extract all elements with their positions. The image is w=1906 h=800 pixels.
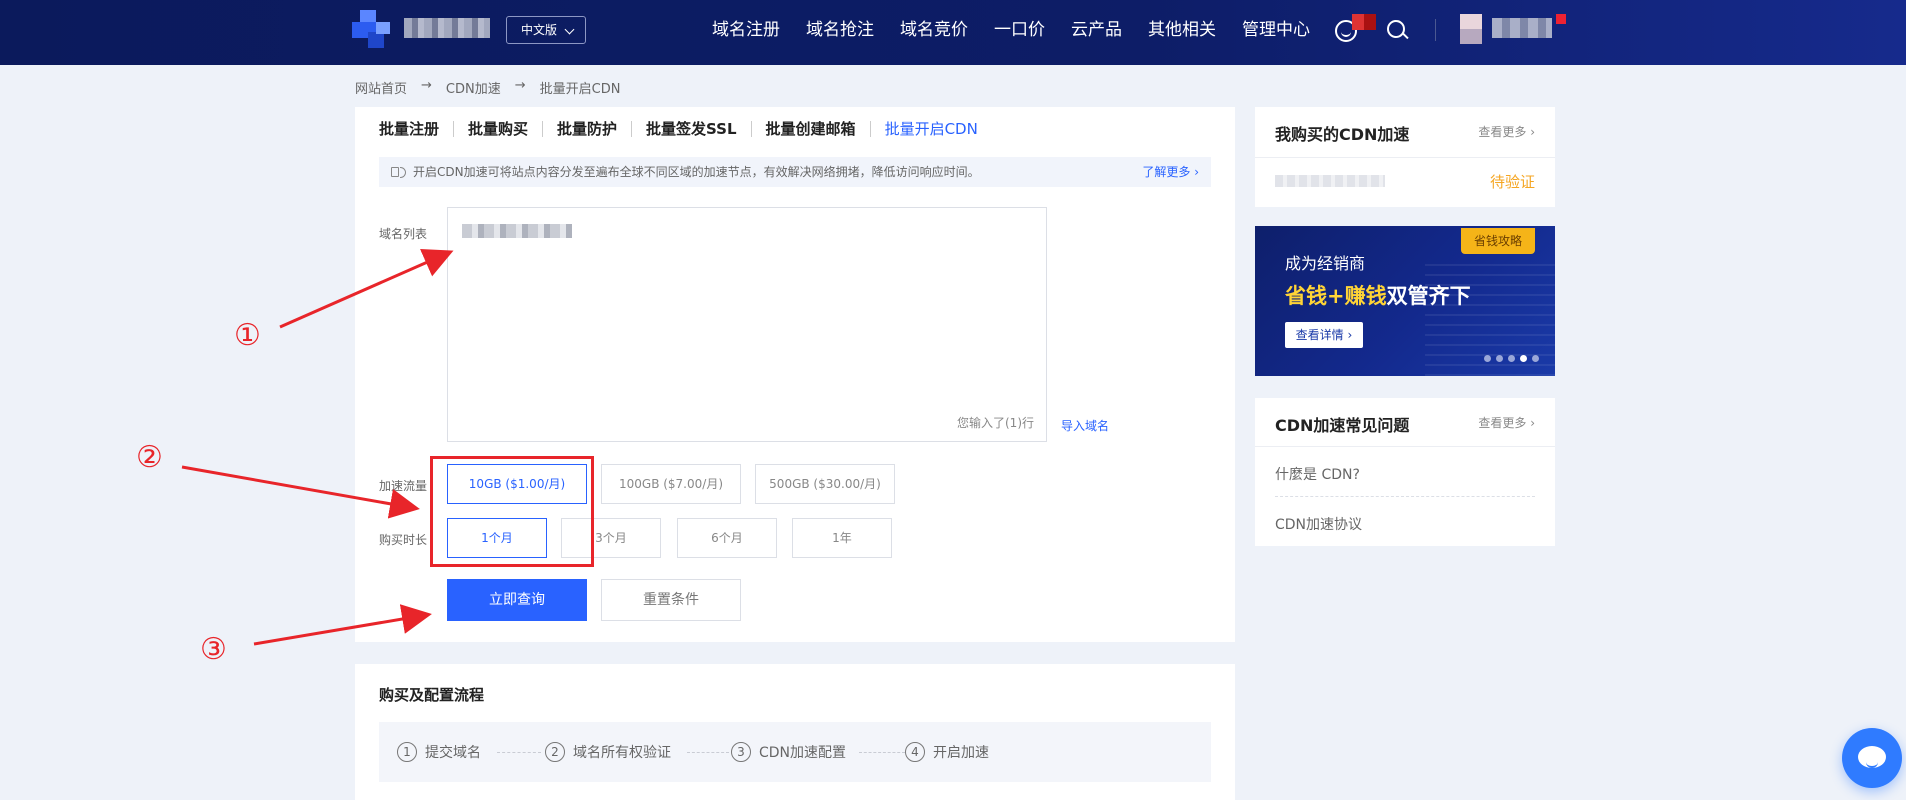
banner-headline: 省钱+赚钱双管齐下: [1285, 284, 1471, 308]
my-cdn-more-link[interactable]: 查看更多 ›: [1478, 123, 1535, 140]
user-avatar[interactable]: [1460, 14, 1482, 44]
annotation-number-3: ③: [200, 632, 227, 667]
search-icon[interactable]: [1387, 20, 1405, 38]
my-cdn-card: 我购买的CDN加速 查看更多 › 待验证: [1255, 107, 1555, 207]
notification-badge: [1352, 14, 1376, 30]
notice-bar: 开启CDN加速可将站点内容分发至遍布全球不同区域的加速节点，有效解决网络拥堵，降…: [379, 157, 1211, 187]
banner-dot[interactable]: [1532, 355, 1539, 362]
header-divider: [1435, 19, 1436, 41]
tab-batch-email[interactable]: 批量创建邮箱: [752, 121, 871, 137]
divider: [1275, 496, 1535, 497]
domain-list-textarea[interactable]: 您输入了(1)行: [447, 207, 1047, 442]
domain-entry-blurred: [462, 224, 572, 238]
nav-domain-auction[interactable]: 域名竞价: [900, 0, 968, 60]
language-select[interactable]: 中文版: [506, 16, 586, 44]
banner-line1: 成为经销商: [1285, 254, 1366, 273]
process-step-1: 1 提交域名: [397, 742, 481, 762]
process-card: 购买及配置流程 1 提交域名 2 域名所有权验证 3 CDN加速配置 4 开启加速: [355, 664, 1235, 800]
my-cdn-title: 我购买的CDN加速: [1275, 125, 1410, 144]
annotation-highlight-box: [430, 456, 594, 567]
process-steps: 1 提交域名 2 域名所有权验证 3 CDN加速配置 4 开启加速: [379, 722, 1211, 782]
faq-item[interactable]: 什麼是 CDN?: [1275, 464, 1360, 484]
line-count: 您输入了(1)行: [957, 416, 1034, 430]
language-label: 中文版: [521, 23, 558, 37]
step-connector: [687, 752, 729, 753]
banner-dot[interactable]: [1508, 355, 1515, 362]
top-header: 中文版 域名注册 域名抢注 域名竞价 一口价 云产品 其他相关 管理中心: [0, 0, 1906, 65]
domain-list-label: 域名列表: [379, 227, 428, 241]
breadcrumb-current: 批量开启CDN: [539, 82, 621, 97]
traffic-label: 加速流量: [379, 479, 428, 493]
process-title: 购买及配置流程: [379, 686, 485, 704]
notice-text: 开启CDN加速可将站点内容分发至遍布全球不同区域的加速节点，有效解决网络拥堵，降…: [413, 165, 980, 179]
annotation-number-2: ②: [136, 440, 163, 475]
speaker-icon: [391, 167, 406, 178]
query-button[interactable]: 立即查询: [447, 579, 587, 621]
nav-cloud-products[interactable]: 云产品: [1071, 0, 1122, 60]
tab-batch-buy[interactable]: 批量购买: [454, 121, 544, 137]
main-nav: 域名注册 域名抢注 域名竞价 一口价 云产品 其他相关 管理中心: [712, 0, 1336, 60]
step-connector: [497, 752, 541, 753]
reseller-banner[interactable]: 省钱攻略 成为经销商 省钱+赚钱双管齐下 查看详情 ›: [1255, 226, 1555, 376]
site-logo[interactable]: [352, 10, 392, 50]
traffic-option-100gb[interactable]: 100GB ($7.00/月): [601, 464, 741, 504]
banner-tag: 省钱攻略: [1461, 228, 1535, 254]
breadcrumb-cdn[interactable]: CDN加速: [446, 78, 501, 97]
divider: [1255, 157, 1555, 158]
chat-support-button[interactable]: [1842, 728, 1902, 788]
breadcrumb-home[interactable]: 网站首页: [355, 78, 407, 97]
process-step-2: 2 域名所有权验证: [545, 742, 671, 762]
cdn-faq-card: CDN加速常见问题 查看更多 › 什麼是 CDN? CDN加速协议: [1255, 398, 1555, 546]
batch-tabs: 批量注册 批量购买 批量防护 批量签发SSL 批量创建邮箱 批量开启CDN: [379, 121, 992, 137]
site-name-blurred: [404, 18, 490, 38]
banner-dot[interactable]: [1496, 355, 1503, 362]
faq-item[interactable]: CDN加速协议: [1275, 514, 1362, 534]
cdn-domain-blurred: [1275, 175, 1385, 187]
banner-dot-active[interactable]: [1520, 355, 1527, 362]
tab-batch-ssl[interactable]: 批量签发SSL: [632, 121, 752, 137]
breadcrumb: 网站首页 → CDN加速 → 批量开启CDN: [355, 78, 620, 97]
banner-pagination: [1484, 355, 1539, 362]
tab-batch-protect[interactable]: 批量防护: [543, 121, 633, 137]
faq-more-link[interactable]: 查看更多 ›: [1478, 414, 1535, 431]
nav-domain-register[interactable]: 域名注册: [712, 0, 780, 60]
username-blurred[interactable]: [1492, 18, 1552, 38]
divider: [1255, 446, 1555, 447]
tab-batch-cdn[interactable]: 批量开启CDN: [871, 121, 992, 137]
arrow-right-icon: →: [421, 78, 432, 93]
learn-more-link[interactable]: 了解更多 ›: [1142, 157, 1199, 187]
import-domains-link[interactable]: 导入域名: [1061, 417, 1109, 434]
nav-fixed-price[interactable]: 一口价: [994, 0, 1045, 60]
faq-title: CDN加速常见问题: [1275, 416, 1410, 435]
nav-management[interactable]: 管理中心: [1242, 0, 1310, 60]
duration-option-6m[interactable]: 6个月: [677, 518, 777, 558]
chat-bubble-icon: [1858, 746, 1886, 768]
traffic-option-500gb[interactable]: 500GB ($30.00/月): [755, 464, 895, 504]
cdn-status: 待验证: [1489, 173, 1535, 191]
duration-label: 购买时长: [379, 533, 428, 547]
banner-details-button[interactable]: 查看详情 ›: [1285, 322, 1363, 348]
tab-batch-register[interactable]: 批量注册: [379, 121, 455, 137]
duration-option-1y[interactable]: 1年: [792, 518, 892, 558]
nav-domain-snapback[interactable]: 域名抢注: [806, 0, 874, 60]
banner-dot[interactable]: [1484, 355, 1491, 362]
reset-button[interactable]: 重置条件: [601, 579, 741, 621]
annotation-number-1: ①: [234, 318, 261, 353]
step-connector: [859, 752, 905, 753]
process-step-3: 3 CDN加速配置: [731, 742, 846, 762]
chevron-down-icon: [564, 24, 575, 35]
nav-others[interactable]: 其他相关: [1148, 0, 1216, 60]
process-step-4: 4 开启加速: [905, 742, 989, 762]
arrow-right-icon: →: [514, 78, 526, 93]
user-badge: [1556, 14, 1566, 24]
